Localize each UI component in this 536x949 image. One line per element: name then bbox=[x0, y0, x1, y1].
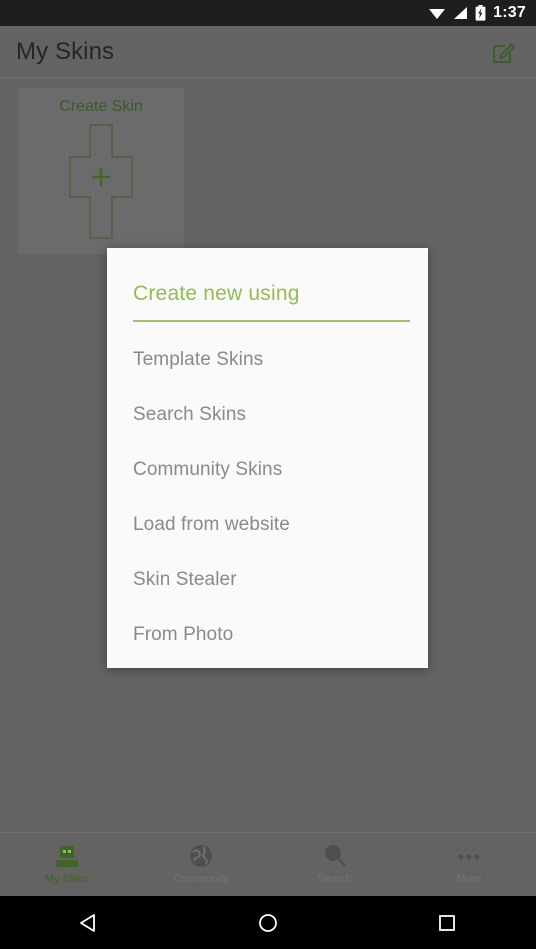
dialog-title: Create new using bbox=[133, 282, 300, 305]
create-new-using-dialog: Create new using Template Skins Search S… bbox=[107, 248, 428, 668]
system-back-button[interactable] bbox=[59, 903, 119, 943]
dialog-item-template-skins[interactable]: Template Skins bbox=[107, 332, 428, 387]
dialog-item-load-from-website[interactable]: Load from website bbox=[107, 497, 428, 552]
dialog-item-skin-stealer[interactable]: Skin Stealer bbox=[107, 552, 428, 607]
dialog-item-search-skins[interactable]: Search Skins bbox=[107, 387, 428, 442]
system-home-button[interactable] bbox=[238, 903, 298, 943]
system-recents-button[interactable] bbox=[417, 903, 477, 943]
dialog-option-list: Template Skins Search Skins Community Sk… bbox=[107, 322, 428, 662]
android-system-nav bbox=[0, 896, 536, 949]
dialog-header: Create new using bbox=[107, 248, 428, 306]
phone-screen: 1:37 My Skins Create Skin My Skins Commu… bbox=[0, 0, 536, 949]
dialog-item-community-skins[interactable]: Community Skins bbox=[107, 442, 428, 497]
dialog-item-from-photo[interactable]: From Photo bbox=[107, 607, 428, 662]
